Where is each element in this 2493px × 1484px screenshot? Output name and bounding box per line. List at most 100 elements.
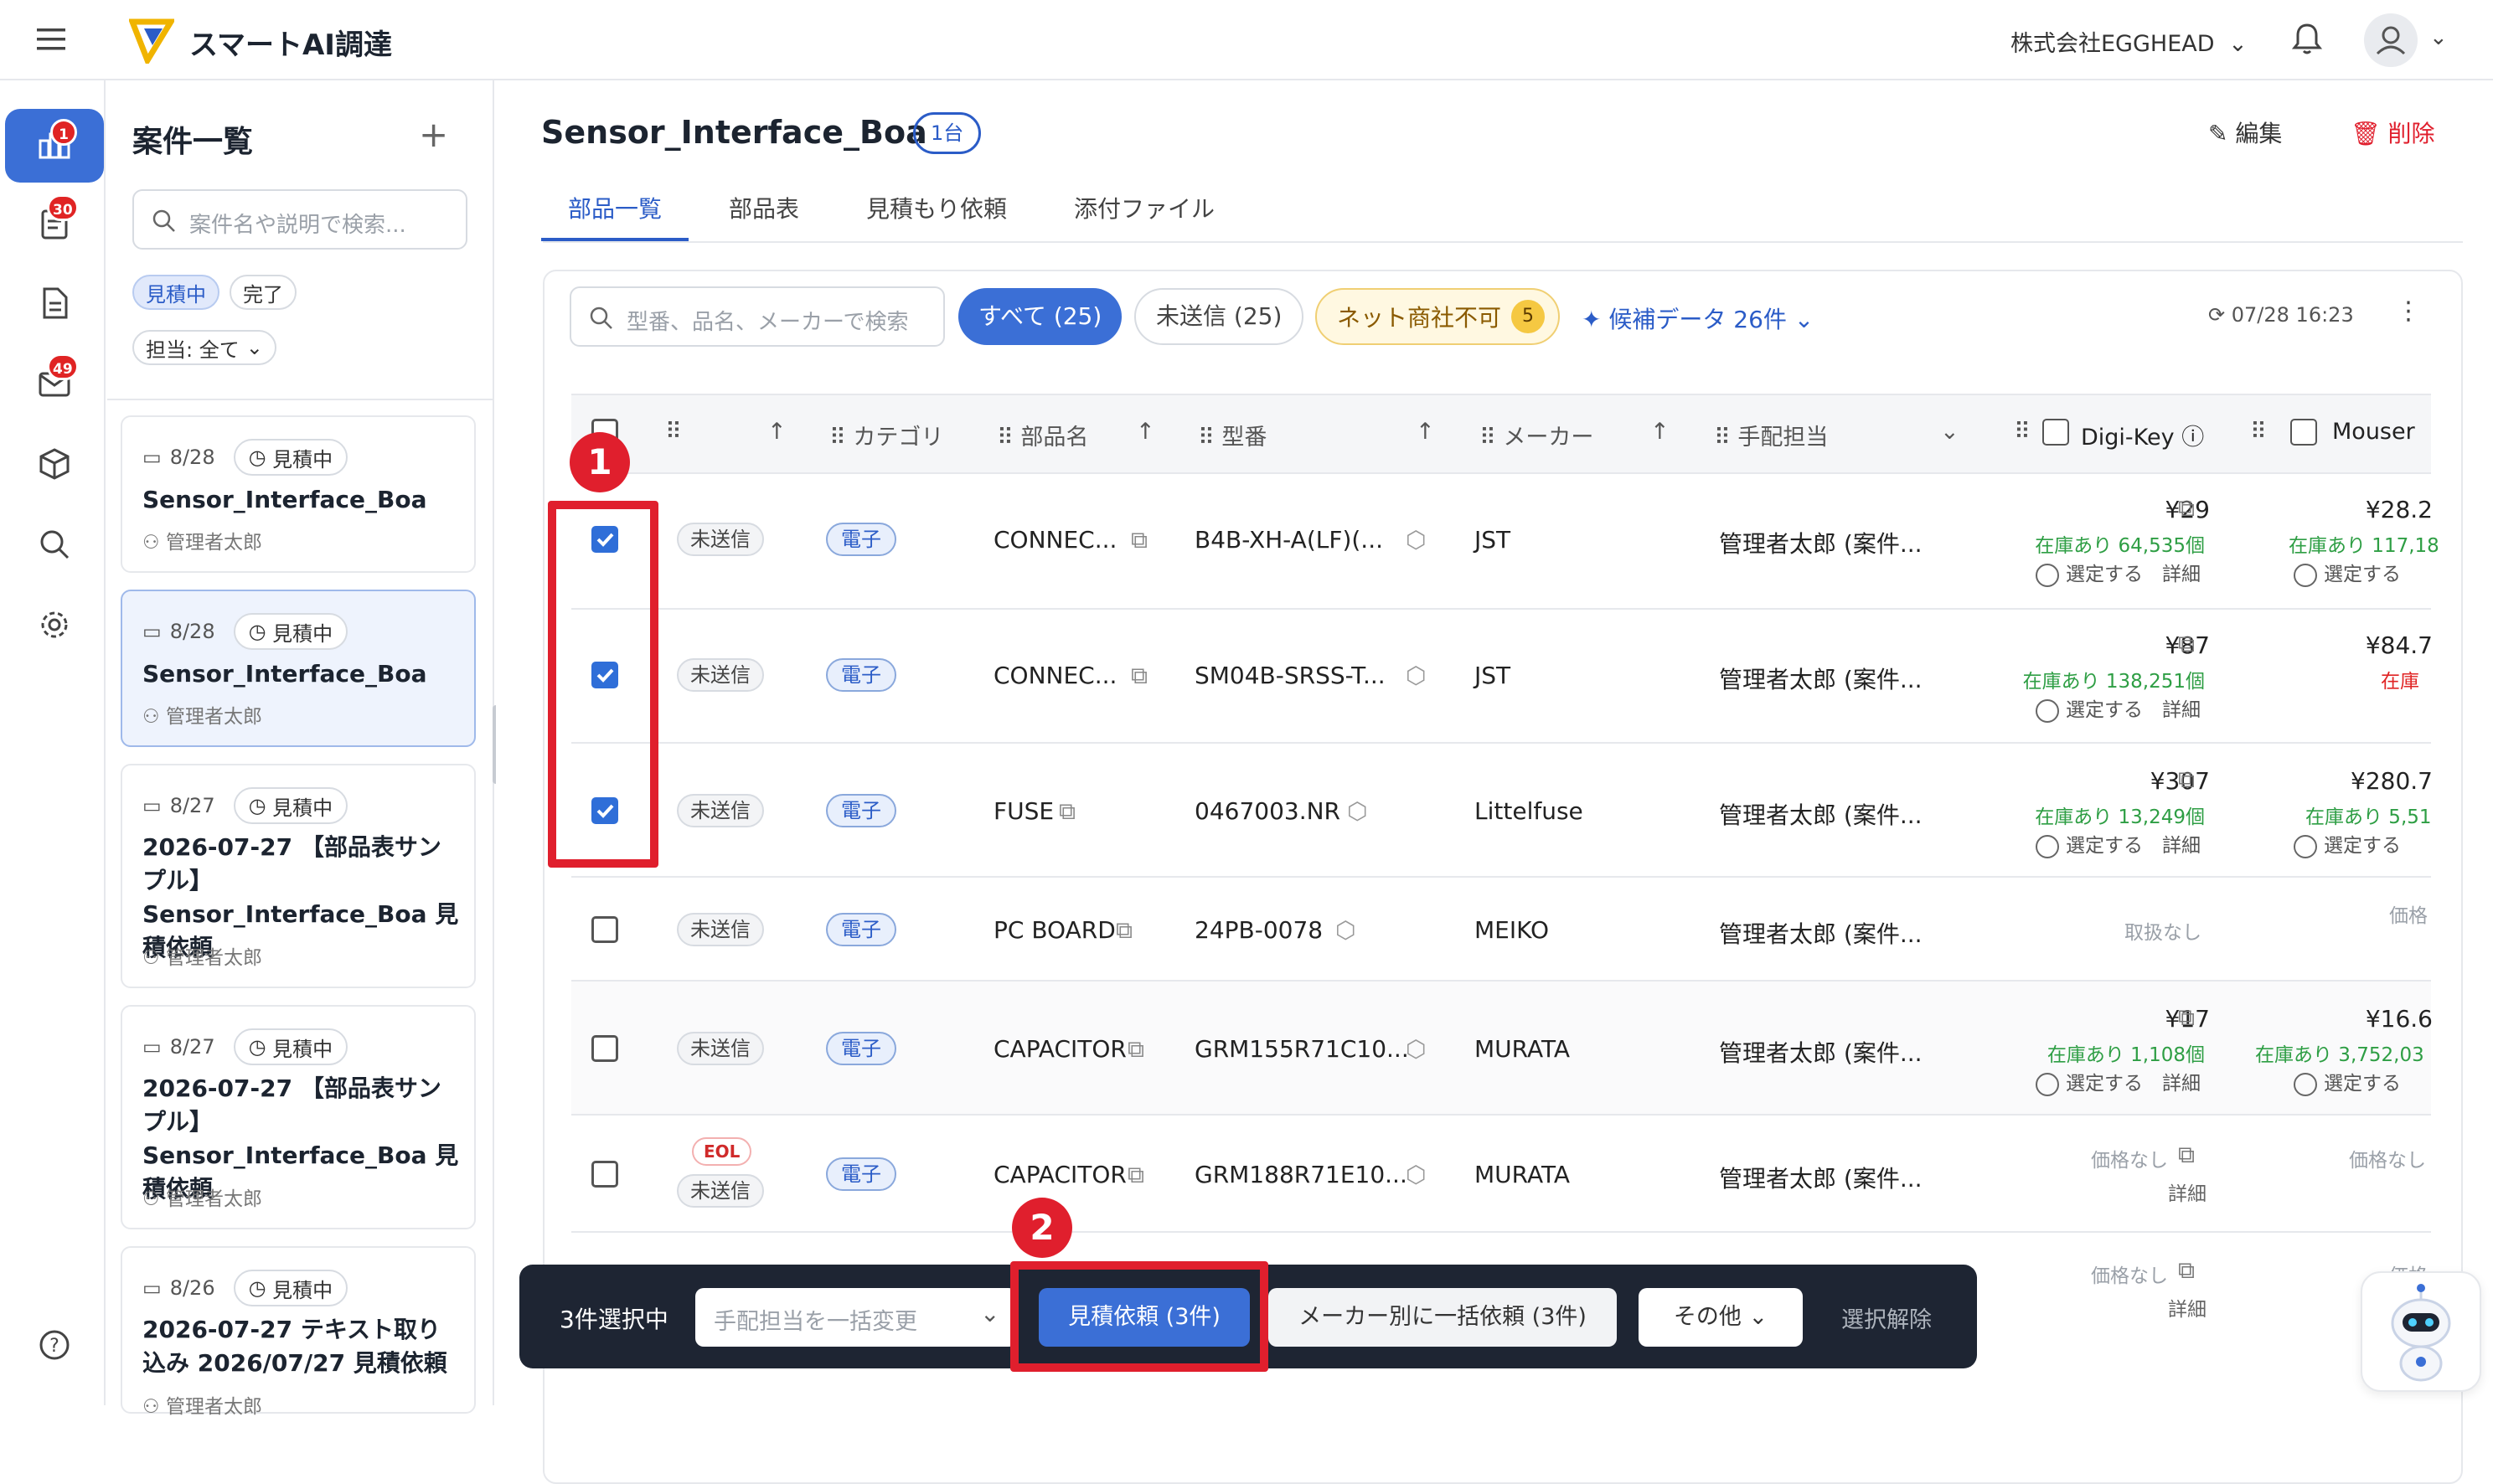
bulk-by-maker-button[interactable]: メーカー別に一括依頼 (3件) [1268,1288,1617,1347]
more-vertical-icon[interactable]: ⋮ [2396,296,2421,326]
tab-quote-requests[interactable]: 見積もり依頼 [866,191,1007,241]
edit-button[interactable]: ✎ 編集 [2208,116,2282,149]
assistant-bot-button[interactable] [2361,1271,2481,1392]
user-menu-chevron-icon[interactable]: ⌄ [2429,25,2448,50]
refresh-timestamp[interactable]: ⟳ 07/28 16:23 [2208,303,2354,327]
external-link-icon[interactable]: ⧉ [1116,916,1133,945]
rail-search[interactable] [5,508,104,581]
col-assignee[interactable]: ⠿ 手配担当 [1714,419,1828,451]
project-card[interactable]: ▭ 8/28 ◷ 見積中 Sensor_Interface_Boa ⚇ 管理者太郎 [121,415,476,573]
cube-icon[interactable]: ⬡ [1406,526,1426,554]
filter-unsent[interactable]: 未送信 (25) [1134,288,1304,345]
radio-button[interactable] [2036,563,2059,587]
other-actions-button[interactable]: その他 ⌄ [1639,1288,1803,1347]
filter-done[interactable]: 完了 [230,275,297,310]
external-link-icon[interactable]: ⧉ [2178,494,2195,523]
tab-parts-list[interactable]: 部品一覧 [541,191,689,241]
mouser-column-checkbox[interactable] [2290,419,2317,446]
search-icon [40,530,70,559]
detail-link[interactable]: 詳細 [2162,1073,2201,1095]
rail-parts[interactable] [5,427,104,501]
cube-icon[interactable]: ⬡ [1347,797,1367,825]
project-card[interactable]: ▭ 8/26 ◷ 見積中 2026-07-27 テキスト取り込み 2026/07/… [121,1246,476,1418]
sidebar-search-input[interactable]: 案件名や説明で検索... [132,189,467,250]
candidates-dropdown[interactable]: ✦ 候補データ 26件 ⌄ [1582,301,1814,335]
col-digikey[interactable]: Digi-Key ⓘ [2081,419,2204,451]
filter-quoting[interactable]: 見積中 [132,275,219,310]
parts-search-input[interactable]: 型番、品名、メーカーで検索 [570,286,945,347]
add-project-icon[interactable]: + [419,114,448,155]
cube-icon[interactable]: ⬡ [1335,916,1355,944]
rail-files[interactable] [5,266,104,340]
cube-icon[interactable]: ⬡ [1406,1035,1426,1063]
external-link-icon[interactable]: ⧉ [1131,662,1148,690]
filter-net-not-allowed[interactable]: ネット商社不可 5 [1315,288,1561,345]
digikey-column-checkbox[interactable] [2042,419,2069,446]
avatar[interactable] [2364,13,2418,67]
row-checkbox[interactable] [591,916,618,943]
digikey-select[interactable]: 選定する 詳細 [2036,558,2201,587]
chevron-down-icon[interactable]: ⌄ [1940,419,1959,445]
col-mouser[interactable]: Mouser [2332,419,2415,445]
external-link-icon[interactable]: ⧉ [2178,1003,2195,1032]
rail-settings[interactable] [5,588,104,662]
col-part-no[interactable]: ⠿ 型番 [1198,419,1267,451]
row-assignee: 管理者太郎 (案件... [1719,801,1923,829]
external-link-icon[interactable]: ⧉ [2178,1256,2195,1285]
external-link-icon[interactable]: ⧉ [1059,797,1076,826]
mouser-select[interactable]: 選定する [2294,829,2401,858]
detail-link[interactable]: 詳細 [2168,1177,2207,1206]
digikey-select[interactable]: 選定する 詳細 [2036,693,2201,723]
project-card-selected[interactable]: ▭ 8/28 ◷ 見積中 Sensor_Interface_Boa ⚇ 管理者太郎 [121,590,476,747]
sort-icon[interactable]: ↑ [1416,419,1435,445]
rail-inbox[interactable]: 49 [5,347,104,420]
menu-icon[interactable] [37,27,67,52]
col-part-name[interactable]: ⠿ 部品名 [997,419,1088,451]
external-link-icon[interactable]: ⧉ [2178,765,2195,794]
radio-button[interactable] [2294,1072,2317,1096]
clear-selection-button[interactable]: 選択解除 [1841,1301,1932,1334]
detail-link[interactable]: 詳細 [2162,699,2201,721]
detail-link[interactable]: 詳細 [2162,564,2201,585]
row-checkbox[interactable] [591,1035,618,1062]
radio-button[interactable] [2036,698,2059,723]
row-part-name: PC BOARD [994,916,1116,944]
row-checkbox[interactable] [591,1161,618,1188]
external-link-icon[interactable]: ⧉ [1131,526,1148,554]
sort-icon[interactable]: ↑ [1136,419,1155,445]
external-link-icon[interactable]: ⧉ [1128,1161,1144,1189]
external-link-icon[interactable]: ⧉ [2178,630,2195,658]
cube-icon[interactable]: ⬡ [1406,662,1426,689]
digikey-select[interactable]: 選定する 詳細 [2036,1067,2201,1096]
digikey-select[interactable]: 選定する 詳細 [2036,829,2201,858]
radio-button[interactable] [2294,834,2317,858]
rail-documents[interactable]: 30 [5,186,104,260]
col-digikey-label: Digi-Key [2081,425,2175,451]
cube-icon[interactable]: ⬡ [1406,1161,1426,1188]
assignee-filter[interactable]: 担当: 全て ⌄ [132,330,276,365]
tab-attachments[interactable]: 添付ファイル [1074,191,1215,241]
col-maker[interactable]: ⠿ メーカー [1479,419,1593,451]
detail-link[interactable]: 詳細 [2168,1293,2207,1322]
radio-button[interactable] [2294,563,2317,587]
company-switcher[interactable]: 株式会社EGGHEAD ⌄ [2010,25,2248,58]
tab-bom[interactable]: 部品表 [729,191,799,241]
radio-button[interactable] [2036,1072,2059,1096]
sort-icon[interactable]: ↑ [1650,419,1670,445]
assignee-bulk-select[interactable]: 手配担当を一括変更 ⌄ [695,1288,1017,1347]
external-link-icon[interactable]: ⧉ [2178,1141,2195,1169]
project-card[interactable]: ▭ 8/27 ◷ 見積中 2026-07-27 【部品表サンプル】Sensor_I… [121,1005,476,1229]
radio-button[interactable] [2036,834,2059,858]
bell-icon[interactable] [2291,22,2323,59]
mouser-select[interactable]: 選定する [2294,1067,2401,1096]
delete-button[interactable]: 🗑 削除 [2351,116,2434,149]
external-link-icon[interactable]: ⧉ [1128,1035,1144,1064]
mouser-select[interactable]: 選定する [2294,558,2401,587]
project-card[interactable]: ▭ 8/27 ◷ 見積中 2026-07-27 【部品表サンプル】Sensor_I… [121,764,476,988]
col-category[interactable]: ⠿ カテゴリ [829,419,943,451]
filter-all[interactable]: すべて (25) [958,288,1123,345]
sort-icon[interactable]: ↑ [767,419,787,445]
detail-link[interactable]: 詳細 [2162,835,2201,857]
rail-projects[interactable]: 1 [5,109,104,183]
rail-help[interactable]: ? [5,1308,104,1382]
